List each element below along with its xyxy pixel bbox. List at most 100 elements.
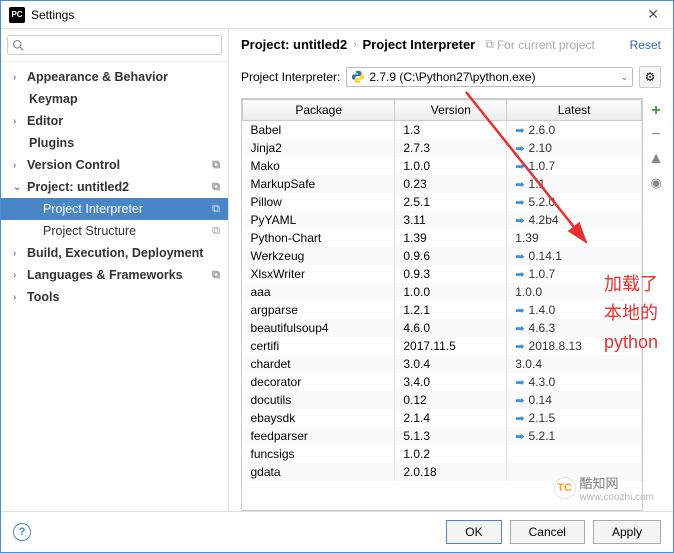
chevron-right-icon: › — [13, 292, 23, 303]
cell-version: 1.2.1 — [395, 301, 507, 319]
table-row[interactable]: decorator3.4.0➡4.3.0 — [243, 373, 642, 391]
ok-button[interactable]: OK — [446, 520, 501, 544]
add-package-button[interactable]: + — [647, 102, 665, 120]
table-row[interactable]: XlsxWriter0.9.3➡1.0.7 — [243, 265, 642, 283]
reset-link[interactable]: Reset — [630, 38, 661, 52]
table-row[interactable]: gdata2.0.18 — [243, 463, 642, 481]
cell-package: Pillow — [243, 193, 395, 211]
upgrade-arrow-icon: ➡ — [515, 161, 524, 173]
upgrade-arrow-icon: ➡ — [515, 431, 524, 443]
cell-version: 2.1.4 — [395, 409, 507, 427]
cell-package: PyYAML — [243, 211, 395, 229]
chevron-right-icon: › — [13, 160, 23, 171]
cell-version: 3.11 — [395, 211, 507, 229]
cell-package: Mako — [243, 157, 395, 175]
gear-button[interactable]: ⚙ — [639, 66, 661, 88]
remove-package-button[interactable]: − — [647, 126, 665, 144]
search-input[interactable] — [28, 38, 217, 52]
cell-latest — [507, 445, 642, 463]
cell-latest: ➡4.3.0 — [507, 373, 642, 391]
nav-appearance[interactable]: ›Appearance & Behavior — [1, 66, 228, 88]
copy-icon: ⧉ — [212, 159, 220, 172]
table-row[interactable]: Babel1.3➡2.6.0 — [243, 121, 642, 140]
nav-languages[interactable]: ›Languages & Frameworks⧉ — [1, 264, 228, 286]
cancel-button[interactable]: Cancel — [510, 520, 585, 544]
interpreter-select[interactable]: 2.7.9 (C:\Python27\python.exe) ⌄ — [346, 67, 633, 87]
show-early-button[interactable]: ◉ — [647, 174, 665, 192]
upgrade-arrow-icon: ➡ — [515, 377, 524, 389]
chevron-right-icon: › — [13, 116, 23, 127]
packages-table: Package Version Latest Babel1.3➡2.6.0Jin… — [242, 99, 642, 481]
cell-latest: ➡5.2.0 — [507, 193, 642, 211]
nav-project[interactable]: ⌄Project: untitled2⧉ — [1, 176, 228, 198]
cell-latest: 1.39 — [507, 229, 642, 247]
col-latest[interactable]: Latest — [507, 100, 642, 121]
table-row[interactable]: Python-Chart1.391.39 — [243, 229, 642, 247]
cell-package: Werkzeug — [243, 247, 395, 265]
copy-icon: ⧉ — [212, 269, 220, 282]
nav-plugins[interactable]: Plugins — [1, 132, 228, 154]
cell-latest: ➡5.2.1 — [507, 427, 642, 445]
table-row[interactable]: certifi2017.11.5➡2018.8.13 — [243, 337, 642, 355]
cell-package: feedparser — [243, 427, 395, 445]
for-current-project: ⧉For current project — [485, 37, 595, 52]
cell-version: 0.9.3 — [395, 265, 507, 283]
col-package[interactable]: Package — [243, 100, 395, 121]
table-row[interactable]: beautifulsoup44.6.0➡4.6.3 — [243, 319, 642, 337]
cell-version: 5.1.3 — [395, 427, 507, 445]
interpreter-label: Project Interpreter: — [241, 70, 340, 84]
nav-tools[interactable]: ›Tools — [1, 286, 228, 308]
cell-package: XlsxWriter — [243, 265, 395, 283]
breadcrumb: Project: untitled2 › Project Interpreter… — [229, 29, 673, 60]
cell-package: chardet — [243, 355, 395, 373]
cell-version: 1.39 — [395, 229, 507, 247]
chevron-down-icon: ⌄ — [13, 182, 23, 193]
upgrade-package-button[interactable]: ▲ — [647, 150, 665, 168]
upgrade-arrow-icon: ➡ — [515, 323, 524, 335]
upgrade-arrow-icon: ➡ — [515, 305, 524, 317]
table-row[interactable]: argparse1.2.1➡1.4.0 — [243, 301, 642, 319]
upgrade-arrow-icon: ➡ — [515, 215, 524, 227]
table-row[interactable]: MarkupSafe0.23➡1.1 — [243, 175, 642, 193]
table-row[interactable]: funcsigs1.0.2 — [243, 445, 642, 463]
nav-build[interactable]: ›Build, Execution, Deployment — [1, 242, 228, 264]
nav-project-interpreter[interactable]: Project Interpreter⧉ — [1, 198, 228, 220]
app-icon: PC — [9, 7, 25, 23]
table-row[interactable]: docutils0.12➡0.14 — [243, 391, 642, 409]
table-row[interactable]: Werkzeug0.9.6➡0.14.1 — [243, 247, 642, 265]
col-version[interactable]: Version — [395, 100, 507, 121]
apply-button[interactable]: Apply — [593, 520, 661, 544]
table-row[interactable]: feedparser5.1.3➡5.2.1 — [243, 427, 642, 445]
cell-version: 1.3 — [395, 121, 507, 140]
nav-version-control[interactable]: ›Version Control⧉ — [1, 154, 228, 176]
nav-editor[interactable]: ›Editor — [1, 110, 228, 132]
table-row[interactable]: ebaysdk2.1.4➡2.1.5 — [243, 409, 642, 427]
cell-package: ebaysdk — [243, 409, 395, 427]
upgrade-arrow-icon: ➡ — [515, 251, 524, 263]
upgrade-arrow-icon: ➡ — [515, 197, 524, 209]
cell-latest: 1.0.0 — [507, 283, 642, 301]
cell-latest: ➡1.1 — [507, 175, 642, 193]
upgrade-arrow-icon: ➡ — [515, 269, 524, 281]
table-row[interactable]: aaa1.0.01.0.0 — [243, 283, 642, 301]
search-input-wrap[interactable] — [7, 35, 222, 55]
table-row[interactable]: chardet3.0.43.0.4 — [243, 355, 642, 373]
cell-latest: ➡0.14 — [507, 391, 642, 409]
nav-keymap[interactable]: Keymap — [1, 88, 228, 110]
help-button[interactable]: ? — [13, 523, 31, 541]
chevron-right-icon: › — [13, 270, 23, 281]
chevron-right-icon: › — [13, 72, 23, 83]
table-row[interactable]: Jinja22.7.3➡2.10 — [243, 139, 642, 157]
upgrade-arrow-icon: ➡ — [515, 143, 524, 155]
cell-latest: ➡2.6.0 — [507, 121, 642, 140]
cell-latest: ➡1.4.0 — [507, 301, 642, 319]
breadcrumb-project[interactable]: Project: untitled2 — [241, 37, 347, 52]
table-row[interactable]: Pillow2.5.1➡5.2.0 — [243, 193, 642, 211]
close-icon[interactable]: ✕ — [641, 6, 665, 23]
cell-version: 3.0.4 — [395, 355, 507, 373]
breadcrumb-interpreter: Project Interpreter — [363, 37, 476, 52]
table-row[interactable]: PyYAML3.11➡4.2b4 — [243, 211, 642, 229]
nav-project-structure[interactable]: Project Structure⧉ — [1, 220, 228, 242]
table-row[interactable]: Mako1.0.0➡1.0.7 — [243, 157, 642, 175]
copy-icon: ⧉ — [212, 181, 220, 194]
